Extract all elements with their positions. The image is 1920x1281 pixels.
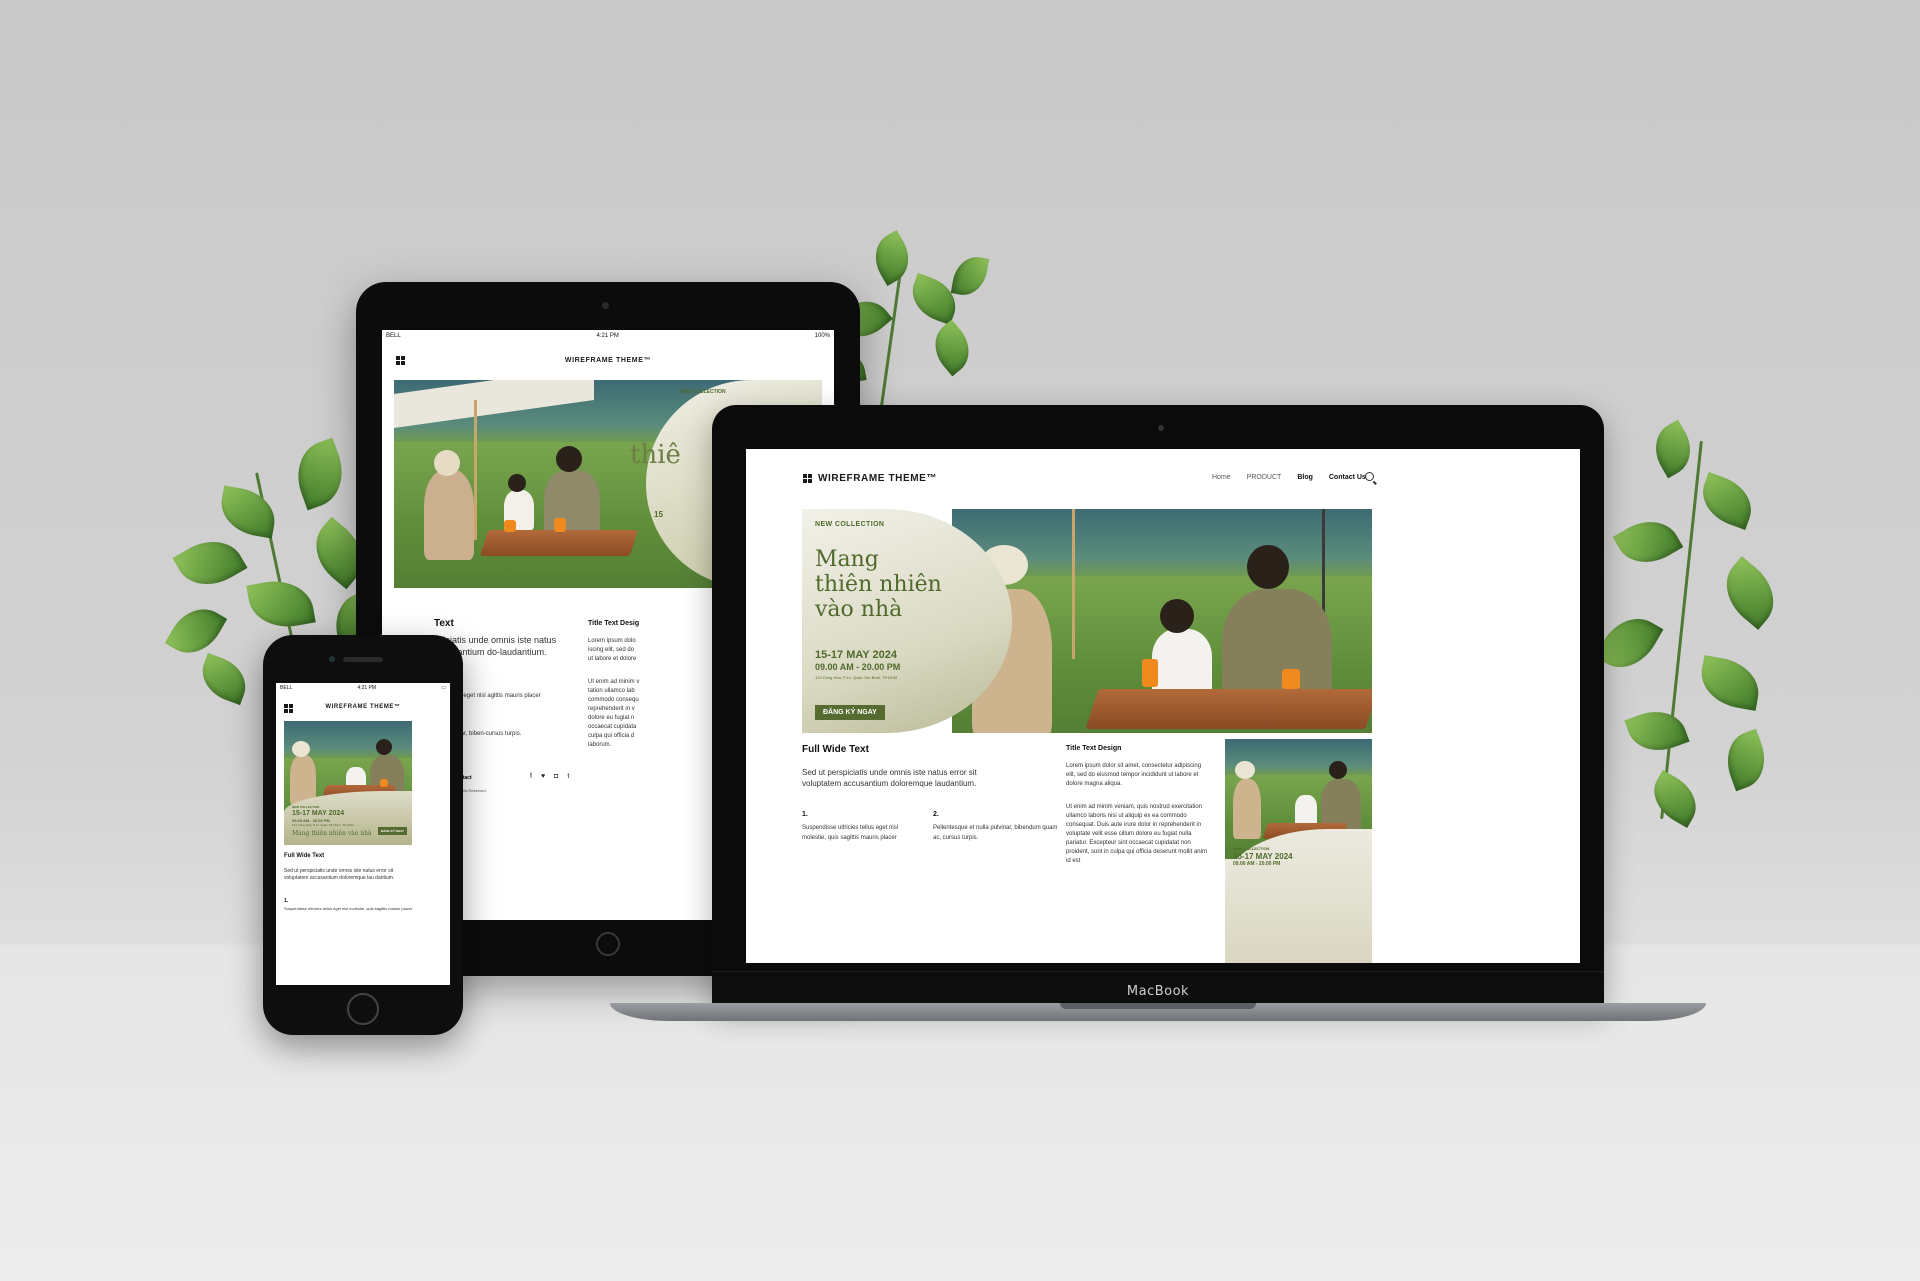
hero-address: 123 Cộng Hòa, P.14, Quận Tân Bình, TP.HC… bbox=[815, 675, 897, 680]
hero-title: Mang thiên nhiên vào nhà bbox=[292, 830, 372, 837]
paragraph-1: Lorem ipsum dolo iscing elit, sed do ut … bbox=[588, 638, 637, 662]
laptop-camera bbox=[1158, 425, 1164, 431]
status-battery: 100% bbox=[814, 333, 830, 339]
item1-text: Suspendisse ultricies tellus eget nisl m… bbox=[284, 906, 413, 911]
paragraph-2: Ut enim ad minim v tation ullamco lab co… bbox=[588, 679, 640, 748]
tablet-status-bar: BELL 4:21 PM 100% bbox=[386, 333, 830, 339]
nav-product[interactable]: PRODUCT bbox=[1247, 474, 1282, 481]
phone-speaker bbox=[343, 657, 383, 662]
status-carrier: BELL bbox=[280, 685, 293, 691]
laptop-notch bbox=[1060, 1003, 1256, 1009]
hero-eyebrow: NEW COLLECTION bbox=[292, 805, 320, 809]
site-header: WIREFRAME THEME™ Home PRODUCT Blog Conta… bbox=[746, 449, 1580, 507]
site-brand[interactable]: WIREFRAME THEME™ bbox=[276, 704, 450, 710]
hero-photo bbox=[952, 509, 1372, 733]
status-carrier: BELL bbox=[386, 333, 401, 339]
item2-number: 2. bbox=[933, 811, 939, 818]
full-wide-heading: Text bbox=[434, 618, 454, 629]
battery-icon: ▭ bbox=[441, 685, 446, 691]
status-time: 4:21 PM bbox=[596, 333, 619, 339]
hero-address: 123 Cộng Hòa, P.14, Quận Tân Bình, TP.HC… bbox=[292, 823, 354, 827]
register-button[interactable]: ĐĂNG KÝ NGAY bbox=[378, 827, 408, 835]
search-icon[interactable] bbox=[1365, 472, 1374, 481]
tablet-camera bbox=[602, 302, 609, 309]
item1-number: 1. bbox=[802, 811, 808, 818]
register-button[interactable]: ĐĂNG KÝ NGAY bbox=[815, 705, 885, 720]
full-wide-heading: Full Wide Text bbox=[802, 744, 869, 755]
laptop-chin: MacBook bbox=[712, 971, 1604, 1005]
promo-card-date: 15-17 MAY 2024 bbox=[1233, 852, 1293, 861]
laptop-screen: WIREFRAME THEME™ Home PRODUCT Blog Conta… bbox=[746, 449, 1580, 963]
status-time: 4:21 PM bbox=[357, 685, 377, 691]
phone-home-button[interactable] bbox=[347, 993, 379, 1025]
promo-card[interactable]: NEW COLLECTION 15-17 MAY 2024 09.00 AM -… bbox=[1225, 739, 1372, 963]
site-brand: WIREFRAME THEME™ bbox=[818, 473, 938, 484]
hero-eyebrow: NEW COLLECTION bbox=[815, 521, 885, 528]
laptop-brand: MacBook bbox=[1126, 984, 1190, 999]
nav-contact[interactable]: Contact Us bbox=[1329, 474, 1366, 481]
phone-status-bar: BELL 4:21 PM ▭ bbox=[280, 685, 446, 691]
item2-text: Pellentesque et nulla pulvinar, bibendum… bbox=[933, 825, 1058, 841]
site-brand[interactable]: WIREFRAME THEME™ bbox=[382, 357, 834, 364]
hero-banner: NEW COLLECTION Mang thiên nhiên vào nhà … bbox=[802, 509, 1372, 733]
footer-social: f ♥ ◘ t bbox=[530, 773, 569, 780]
phone-camera bbox=[329, 656, 335, 662]
promo-card-eyebrow: NEW COLLECTION bbox=[1233, 846, 1270, 851]
hero-date-fragment: 15 bbox=[654, 510, 663, 519]
hero-title-fragment: thiê bbox=[630, 440, 681, 470]
hero-title-line-2: thiên nhiên bbox=[815, 572, 942, 597]
site-logo[interactable]: WIREFRAME THEME™ bbox=[803, 473, 937, 484]
full-wide-lead: Sed ut perspiciatis unde omnis iste natu… bbox=[284, 868, 395, 881]
hero-title: Mang thiên nhiên vào nhà bbox=[815, 547, 965, 622]
phone-screen: BELL 4:21 PM ▭ WIREFRAME THEME™ NEW COLL… bbox=[276, 683, 450, 985]
title-text-design-heading: Title Text Design bbox=[1066, 745, 1122, 752]
hero-title-line-1: Mang bbox=[815, 547, 879, 572]
item1-text: Suspendisse ultricies tellus eget nisl m… bbox=[802, 825, 899, 841]
paragraph-2: Ut enim ad minim veniam, quis nostrud ex… bbox=[1066, 804, 1207, 864]
laptop-lid: WIREFRAME THEME™ Home PRODUCT Blog Conta… bbox=[712, 405, 1604, 1005]
nav-home[interactable]: Home bbox=[1212, 474, 1231, 481]
instagram-icon[interactable]: ◘ bbox=[554, 773, 558, 780]
paragraph-1: Lorem ipsum dolor sit amet, consectetur … bbox=[1066, 763, 1202, 787]
hero-banner[interactable]: NEW COLLECTION 15-17 MAY 2024 09.00 AM -… bbox=[284, 721, 412, 845]
facebook-icon[interactable]: f bbox=[530, 773, 532, 780]
tumblr-icon[interactable]: t bbox=[567, 773, 569, 780]
nav-blog[interactable]: Blog bbox=[1297, 474, 1313, 481]
hero-eyebrow: NEW COLLECTION bbox=[680, 389, 726, 395]
phone-device: BELL 4:21 PM ▭ WIREFRAME THEME™ NEW COLL… bbox=[263, 635, 463, 1035]
promo-card-time: 09.00 AM - 20.00 PM bbox=[1233, 861, 1281, 867]
hero-title-line-3: vào nhà bbox=[815, 597, 903, 622]
twitter-icon[interactable]: ♥ bbox=[541, 773, 545, 780]
main-nav: Home PRODUCT Blog Contact Us bbox=[1212, 474, 1366, 481]
full-wide-lead: Sed ut perspiciatis unde omnis iste natu… bbox=[802, 768, 977, 788]
title-text-design-heading: Title Text Desig bbox=[588, 620, 640, 627]
plant-right bbox=[1580, 419, 1800, 840]
hero-time: 09.00 AM - 20.00 PM bbox=[815, 662, 901, 672]
full-wide-heading: Full Wide Text bbox=[284, 853, 325, 859]
tablet-home-button[interactable] bbox=[596, 932, 620, 956]
hero-date: 15-17 MAY 2024 bbox=[815, 649, 897, 661]
hero-date: 15-17 MAY 2024 bbox=[292, 810, 345, 817]
logo-grid-icon bbox=[803, 474, 812, 483]
item1-number: 1. bbox=[284, 898, 289, 904]
